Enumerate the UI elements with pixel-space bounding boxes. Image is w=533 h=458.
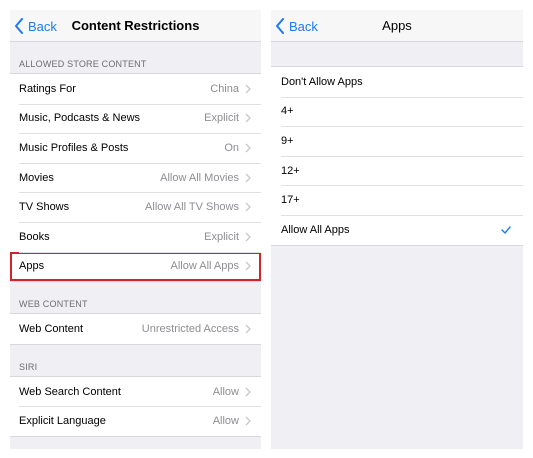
option-allow-all-apps[interactable]: Allow All Apps — [271, 214, 523, 245]
option-label: 12+ — [281, 164, 300, 177]
row-label: Web Search Content — [19, 385, 121, 398]
row-value: Allow — [212, 385, 239, 398]
web-content-group: Web Content Unrestricted Access — [10, 313, 261, 345]
option-label: 9+ — [281, 134, 294, 147]
section-header-web-content: WEB CONTENT — [19, 299, 88, 310]
chevron-right-icon — [245, 232, 251, 242]
chevron-left-icon — [15, 18, 23, 34]
section-header-allowed-store-content: ALLOWED STORE CONTENT — [19, 59, 147, 69]
apps-options-list: Don't Allow Apps 4+ 9+ 12+ 17+ Allow All… — [271, 66, 523, 246]
page-title: Apps — [382, 18, 412, 33]
row-label: Explicit Language — [19, 415, 106, 428]
option-12-plus[interactable]: 12+ — [271, 155, 523, 186]
back-button[interactable]: Back — [275, 10, 318, 42]
page-title: Content Restrictions — [71, 18, 200, 33]
chevron-right-icon — [245, 416, 251, 426]
row-value: Allow All Movies — [160, 171, 239, 184]
option-4-plus[interactable]: 4+ — [271, 96, 523, 127]
apps-row[interactable]: Apps Allow All Apps — [10, 251, 261, 282]
row-label: TV Shows — [19, 201, 70, 214]
apps-screen: Back Apps Don't Allow Apps 4+ 9+ 12+ 17+… — [271, 10, 523, 449]
row-value: Allow — [212, 415, 239, 428]
chevron-right-icon — [245, 143, 251, 153]
row-value: Explicit — [204, 230, 239, 243]
row-label: Music, Podcasts & News — [19, 112, 141, 125]
tv-shows-row[interactable]: TV Shows Allow All TV Shows — [10, 192, 261, 222]
row-value: Allow All TV Shows — [145, 201, 239, 214]
music-profiles-posts-row[interactable]: Music Profiles & Posts On — [10, 133, 261, 163]
chevron-right-icon — [245, 113, 251, 123]
ratings-for-row[interactable]: Ratings For China — [10, 74, 261, 104]
option-label: Allow All Apps — [281, 223, 350, 236]
back-button[interactable]: Back — [14, 10, 57, 42]
row-value: Allow All Apps — [170, 260, 239, 273]
option-9-plus[interactable]: 9+ — [271, 126, 523, 156]
row-value: Unrestricted Access — [141, 322, 239, 335]
chevron-right-icon — [245, 84, 251, 94]
movies-row[interactable]: Movies Allow All Movies — [10, 162, 261, 193]
navigation-bar: Back Apps — [271, 10, 523, 42]
siri-group: Web Search Content Allow Explicit Langua… — [10, 375, 261, 437]
chevron-right-icon — [245, 173, 251, 183]
checkmark-icon — [501, 226, 511, 234]
option-label: 17+ — [281, 194, 300, 207]
section-header-siri: SIRI — [19, 361, 38, 372]
music-podcasts-news-row[interactable]: Music, Podcasts & News Explicit — [10, 103, 261, 134]
chevron-right-icon — [245, 202, 251, 212]
row-label: Movies — [19, 171, 54, 184]
row-value: On — [224, 141, 239, 154]
option-label: 4+ — [281, 105, 294, 118]
content-restrictions-screen: Back Content Restrictions ALLOWED STORE … — [10, 10, 261, 449]
row-label: Web Content — [19, 322, 84, 335]
row-value: Explicit — [204, 112, 239, 125]
row-value: China — [210, 82, 239, 95]
explicit-language-row[interactable]: Explicit Language Allow — [10, 406, 261, 436]
navigation-bar: Back Content Restrictions — [10, 10, 261, 42]
web-search-content-row[interactable]: Web Search Content Allow — [10, 377, 261, 407]
row-label: Apps — [19, 260, 45, 273]
allowed-store-content-group: Ratings For China Music, Podcasts & News… — [10, 73, 261, 283]
chevron-left-icon — [276, 18, 284, 34]
chevron-right-icon — [245, 387, 251, 397]
chevron-right-icon — [245, 324, 251, 334]
option-label: Don't Allow Apps — [281, 75, 363, 88]
option-dont-allow-apps[interactable]: Don't Allow Apps — [271, 67, 523, 97]
row-label: Books — [19, 230, 50, 243]
books-row[interactable]: Books Explicit — [10, 221, 261, 252]
row-label: Music Profiles & Posts — [19, 141, 129, 154]
option-17-plus[interactable]: 17+ — [271, 185, 523, 215]
back-label: Back — [289, 18, 318, 34]
web-content-row[interactable]: Web Content Unrestricted Access — [10, 314, 261, 344]
back-label: Back — [28, 18, 57, 34]
chevron-right-icon — [245, 261, 251, 271]
row-label: Ratings For — [19, 82, 76, 95]
